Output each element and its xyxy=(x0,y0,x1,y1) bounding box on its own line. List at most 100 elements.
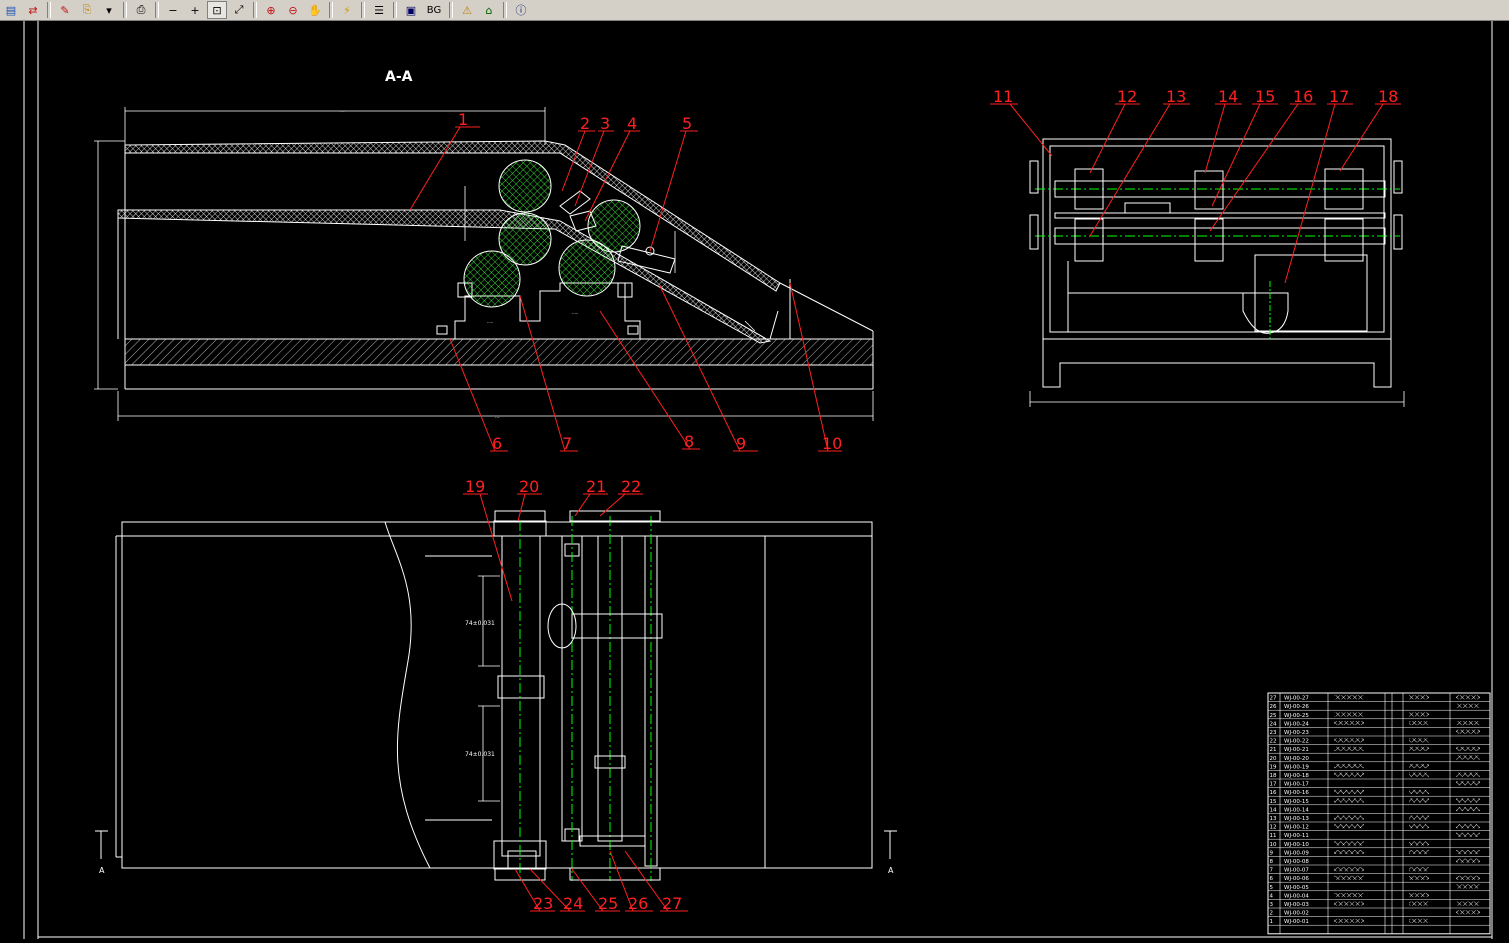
section-title: A-A xyxy=(385,69,413,85)
bom-item-no: 21 xyxy=(1270,747,1277,753)
cad-drawing: A-A ··· ··· ····· ····· 1 2 3 4 56 7 8 9… xyxy=(23,21,1493,939)
bom-item-code: WJ-00-20 xyxy=(1284,756,1309,762)
markup-icon[interactable]: ✎ xyxy=(55,1,75,19)
bom-item-no: 27 xyxy=(1270,696,1277,702)
bom-item-no: 25 xyxy=(1270,713,1277,719)
bom-item-no: 14 xyxy=(1270,807,1277,813)
toolbar-separator xyxy=(47,2,51,18)
balloons-side: 11 12 13 14 15 16 17 18 xyxy=(993,87,1398,106)
bom-item-no: 17 xyxy=(1270,782,1277,788)
bom-item-no: 1 xyxy=(1270,919,1274,925)
bom-item-no: 23 xyxy=(1270,730,1277,736)
bom-item-no: 16 xyxy=(1270,790,1277,796)
drawing-canvas[interactable]: A-A ··· ··· ····· ····· 1 2 3 4 5 6 7 8 … xyxy=(0,21,1509,939)
bom-item-code: WJ-00-15 xyxy=(1284,799,1309,805)
item-label-14: 14 xyxy=(1218,87,1238,106)
zoom-realtime-icon[interactable]: ⤢ xyxy=(229,1,249,19)
item-label-27: 27 xyxy=(662,894,682,913)
bom-item-code: WJ-00-16 xyxy=(1284,790,1309,796)
bom-item-code: WJ-00-06 xyxy=(1284,876,1309,882)
bom-item-no: 13 xyxy=(1270,816,1277,822)
svg-text:·····: ····· xyxy=(572,311,578,316)
bom-item-code: WJ-00-03 xyxy=(1284,902,1309,908)
item-label-2: 2 xyxy=(580,114,590,133)
convert-icon[interactable]: ⇄ xyxy=(23,1,43,19)
frame-icon[interactable]: ▣ xyxy=(401,1,421,19)
item-label-7: 7 xyxy=(562,434,572,453)
bom-item-no: 24 xyxy=(1270,721,1277,727)
home-icon[interactable]: ⌂ xyxy=(479,1,499,19)
bom-item-code: WJ-00-08 xyxy=(1284,859,1309,865)
bom-item-no: 6 xyxy=(1270,876,1274,882)
zoom-in-icon[interactable]: + xyxy=(185,1,205,19)
warning-icon[interactable]: ⚠ xyxy=(457,1,477,19)
bom-item-no: 18 xyxy=(1270,773,1277,779)
zoom-extents-icon[interactable]: ⊕ xyxy=(261,1,281,19)
bom-item-code: WJ-00-27 xyxy=(1284,696,1309,702)
plan-view: A A 74±0.031 74±0.031 xyxy=(95,510,897,881)
item-label-12: 12 xyxy=(1117,87,1137,106)
bom-item-no: 22 xyxy=(1270,739,1277,745)
zoom-window-icon[interactable]: ⊡ xyxy=(207,1,227,19)
item-label-10: 10 xyxy=(822,434,842,453)
layers-icon[interactable]: ☰ xyxy=(369,1,389,19)
bom-item-no: 11 xyxy=(1270,833,1277,839)
item-label-16: 16 xyxy=(1293,87,1313,106)
toolbar-separator xyxy=(449,2,453,18)
bom-item-code: WJ-00-25 xyxy=(1284,713,1309,719)
item-label-6: 6 xyxy=(492,434,502,453)
item-label-19: 19 xyxy=(465,477,485,496)
open-icon[interactable]: ▤ xyxy=(1,1,21,19)
item-label-8: 8 xyxy=(684,432,694,451)
bom-item-no: 20 xyxy=(1270,756,1277,762)
side-view xyxy=(1029,138,1405,407)
bom-table: 27 WJ-00-27 2 6 WJ-00-26 25 WJ-00-25 24 WJ-00-24… xyxy=(1267,692,1491,935)
bom-item-code: WJ-00-02 xyxy=(1284,911,1309,917)
toolbar-separator xyxy=(329,2,333,18)
svg-text:A: A xyxy=(99,866,105,875)
bom-item-no: 2 xyxy=(1270,911,1274,917)
pan-icon[interactable]: ✋ xyxy=(305,1,325,19)
bom-item-code: WJ-00-07 xyxy=(1284,868,1309,874)
toolbar-separator xyxy=(155,2,159,18)
item-label-1: 1 xyxy=(458,110,468,129)
bom-item-code: WJ-00-14 xyxy=(1284,807,1309,813)
background-toggle[interactable]: BG xyxy=(423,1,445,19)
bom-item-code: WJ-00-24 xyxy=(1284,721,1309,727)
bom-item-code: WJ-00-22 xyxy=(1284,739,1309,745)
regen-icon[interactable]: ⚡ xyxy=(337,1,357,19)
svg-text:74±0.031: 74±0.031 xyxy=(465,751,495,758)
item-label-9: 9 xyxy=(736,434,746,453)
svg-text:A: A xyxy=(888,866,894,875)
item-label-21: 21 xyxy=(586,477,606,496)
toolbar-separator xyxy=(123,2,127,18)
bom-item-no: 3 xyxy=(1270,902,1274,908)
item-label-23: 23 xyxy=(533,894,553,913)
info-icon[interactable]: ⓘ xyxy=(511,1,531,19)
bom-item-code: WJ-00-26 xyxy=(1284,704,1309,710)
bom-item-code: WJ-00-04 xyxy=(1284,893,1309,899)
bom-item-no: 10 xyxy=(1270,842,1277,848)
item-label-4: 4 xyxy=(627,114,637,133)
bom-item-no: 12 xyxy=(1270,825,1277,831)
toolbar-separator xyxy=(361,2,365,18)
bom-item-code: WJ-00-21 xyxy=(1284,747,1309,753)
zoom-previous-icon[interactable]: ⊖ xyxy=(283,1,303,19)
section-view-a-a: A-A ··· ··· ····· ····· xyxy=(94,69,874,421)
item-label-25: 25 xyxy=(598,894,618,913)
zoom-out-icon[interactable]: − xyxy=(163,1,183,19)
dropdown-arrow-icon[interactable]: ▾ xyxy=(99,1,119,19)
item-label-22: 22 xyxy=(621,477,641,496)
bom-item-code: WJ-00-17 xyxy=(1284,782,1309,788)
bom-item-no: 15 xyxy=(1270,799,1277,805)
copy-icon[interactable]: ⎘ xyxy=(77,1,97,19)
print-icon[interactable]: ⎙ xyxy=(131,1,151,19)
item-label-17: 17 xyxy=(1329,87,1349,106)
item-label-13: 13 xyxy=(1166,87,1186,106)
bom-item-no: 8 xyxy=(1270,859,1274,865)
bom-item-no: 19 xyxy=(1270,764,1277,770)
bom-item-no: 9 xyxy=(1270,850,1274,856)
bom-item-code: WJ-00-13 xyxy=(1284,816,1309,822)
svg-text:···: ··· xyxy=(340,109,345,115)
svg-text:···: ··· xyxy=(495,415,500,421)
